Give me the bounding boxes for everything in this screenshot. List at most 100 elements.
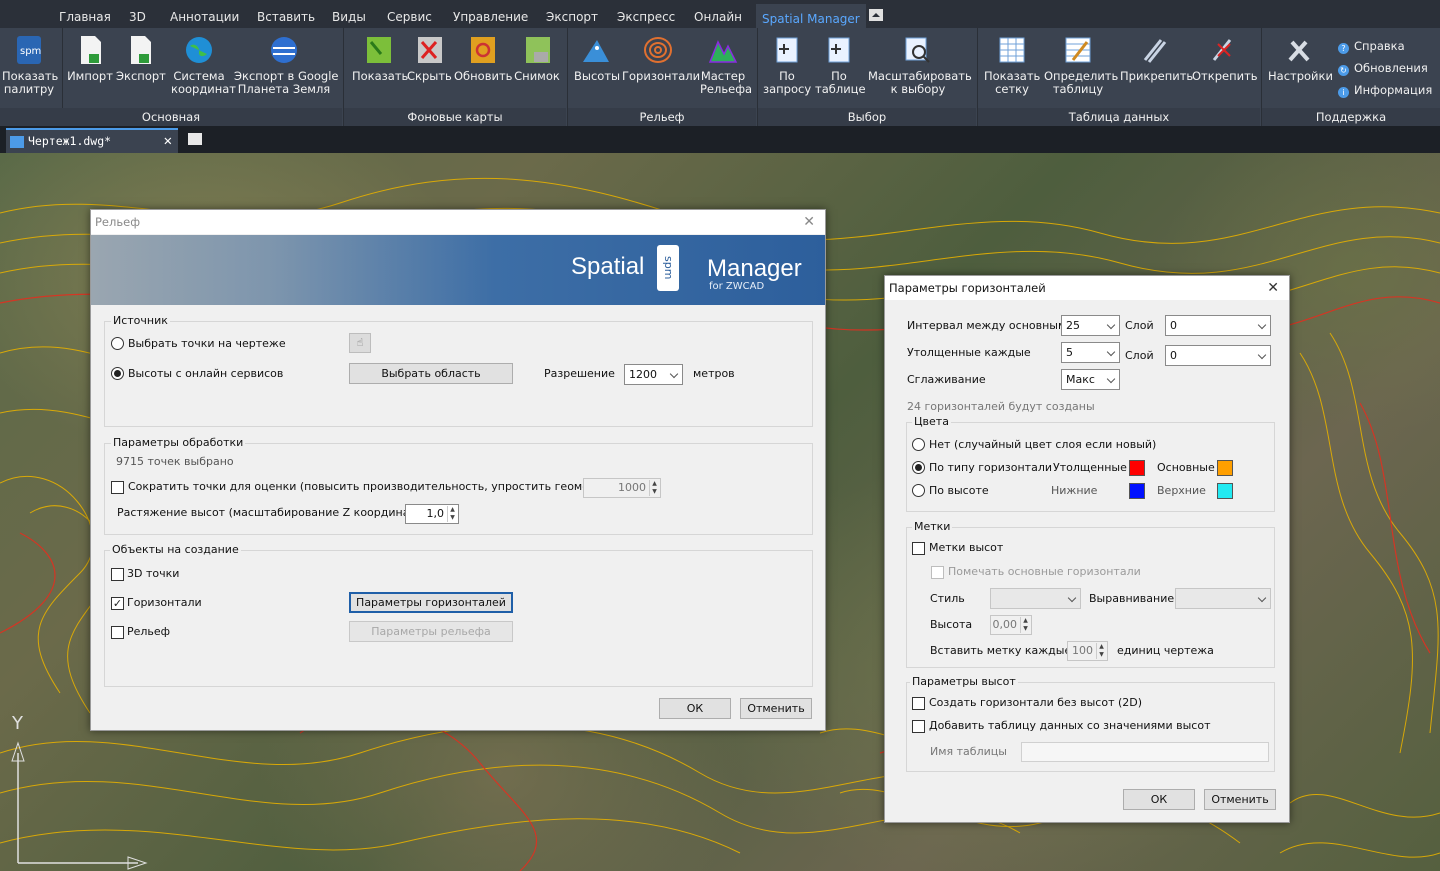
interval-label: Интервал между основными <box>907 319 1074 332</box>
by-type-radio[interactable] <box>912 461 925 474</box>
units-label: единиц чертежа <box>1117 644 1214 657</box>
export-icon <box>125 34 155 66</box>
heights-button[interactable]: Высоты <box>574 34 620 83</box>
select-area-button[interactable]: Выбрать область <box>349 363 513 384</box>
add-table-checkbox[interactable] <box>912 720 925 733</box>
online-heights-radio[interactable] <box>111 367 124 380</box>
minimize-ribbon-icon[interactable] <box>869 9 883 21</box>
settings-button[interactable]: Настройки <box>1268 34 1333 83</box>
define-table-button[interactable]: Определить таблицу <box>1044 34 1118 96</box>
cancel-button[interactable]: Отменить <box>1204 789 1276 810</box>
reduce-points-label: Сократить точки для оценки (повысить про… <box>128 480 624 493</box>
cancel-button[interactable]: Отменить <box>740 698 812 719</box>
snapshot-button[interactable]: Снимок <box>514 34 560 83</box>
contours-checkbox[interactable]: ✓ <box>111 597 124 610</box>
document-tab[interactable]: Чертеж1.dwg* ✕ <box>6 128 178 153</box>
label-height-spinner[interactable]: 0,00 ▲ ▼ <box>990 615 1032 635</box>
mark-main-checkbox[interactable] <box>931 566 944 579</box>
dense-select[interactable]: 5 <box>1061 342 1120 363</box>
import-button[interactable]: Импорт <box>66 34 114 83</box>
select-by-query-button[interactable]: По запросу <box>763 34 811 96</box>
relief-dialog: Рельеф ✕ Spatial spm Manager for ZWCAD И… <box>90 209 826 731</box>
coordinate-system-button[interactable]: Система координат <box>171 34 236 96</box>
help-link[interactable]: ? Справка <box>1338 39 1405 54</box>
group-background-label: Фоновые карты <box>344 108 566 126</box>
ok-button[interactable]: ОК <box>1123 789 1195 810</box>
height-labels-checkbox[interactable] <box>912 542 925 555</box>
points3d-checkbox[interactable] <box>111 568 124 581</box>
export-google-earth-button[interactable]: Экспорт в Google Планета Земля <box>234 34 339 96</box>
by-height-radio[interactable] <box>912 484 925 497</box>
relief-params-button[interactable]: Параметры рельефа <box>349 621 513 642</box>
layer1-select[interactable]: 0 <box>1165 315 1271 336</box>
detach-button[interactable]: Открепить <box>1192 34 1258 83</box>
zoom-to-selection-button[interactable]: Масштабировать к выбору <box>868 34 972 96</box>
pick-points-radio[interactable] <box>111 337 124 350</box>
relief-wizard-button[interactable]: Мастер Рельефа <box>700 34 752 96</box>
ucs-y-label: Y <box>12 713 23 734</box>
no-heights-label: Создать горизонтали без высот (2D) <box>929 696 1143 709</box>
tab-home[interactable]: Главная <box>59 0 111 28</box>
spinner-arrows-icon[interactable]: ▲ ▼ <box>649 480 659 496</box>
thick-color-swatch[interactable] <box>1129 460 1145 476</box>
relief-dialog-title: Рельеф <box>91 210 825 234</box>
close-icon[interactable]: ✕ <box>803 210 815 234</box>
hide-background-button[interactable]: Скрыть <box>407 34 452 83</box>
updates-link[interactable]: ↻ Обновления <box>1338 61 1428 76</box>
reduce-points-checkbox[interactable] <box>111 481 124 494</box>
smoothing-select[interactable]: Макс <box>1061 369 1120 390</box>
objects-group-title: Объекты на создание <box>110 543 241 556</box>
stretch-spinner[interactable]: 1,0 ▲ ▼ <box>405 504 459 524</box>
show-background-button[interactable]: Показать <box>352 34 408 83</box>
contours-button[interactable]: Горизонтали <box>622 34 700 83</box>
select-query-icon <box>772 34 802 66</box>
spinner-arrows-icon[interactable]: ▲ ▼ <box>1096 643 1106 659</box>
pick-points-icon[interactable]: ☝ <box>349 333 371 353</box>
group-relief-label: Рельеф <box>568 108 756 126</box>
close-icon[interactable]: ✕ <box>1267 276 1279 300</box>
tab-insert[interactable]: Вставить <box>257 0 315 28</box>
tab-export[interactable]: Экспорт <box>546 0 598 28</box>
tab-online[interactable]: Онлайн <box>694 0 742 28</box>
no-heights-checkbox[interactable] <box>912 697 925 710</box>
main-color-swatch[interactable] <box>1217 460 1233 476</box>
ok-button[interactable]: ОК <box>659 698 731 719</box>
tab-manage[interactable]: Управление <box>453 0 528 28</box>
detach-icon <box>1208 34 1238 66</box>
tab-views[interactable]: Виды <box>332 0 366 28</box>
random-color-label: Нет (случайный цвет слоя если новый) <box>929 438 1157 451</box>
height-label: Высота <box>930 618 973 631</box>
table-name-input[interactable] <box>1021 742 1269 762</box>
tab-3d[interactable]: 3D <box>129 0 146 28</box>
insert-every-spinner[interactable]: 100 ▲ ▼ <box>1067 641 1108 661</box>
tab-spatial-manager[interactable]: Spatial Manager <box>756 4 866 28</box>
resolution-select[interactable]: 1200 <box>624 364 683 385</box>
alignment-select[interactable] <box>1175 588 1271 609</box>
attach-button[interactable]: Прикрепить <box>1120 34 1193 83</box>
reduce-points-spinner[interactable]: 1000 ▲ ▼ <box>583 478 661 498</box>
select-by-table-button[interactable]: По таблице <box>815 34 866 96</box>
lower-color-swatch[interactable] <box>1129 483 1145 499</box>
interval-select[interactable]: 25 <box>1061 315 1120 336</box>
refresh-background-button[interactable]: Обновить <box>454 34 512 83</box>
tab-annotations[interactable]: Аннотации <box>170 0 239 28</box>
show-grid-button[interactable]: Показать сетку <box>984 34 1040 96</box>
export-button[interactable]: Экспорт <box>116 34 166 83</box>
show-palette-button[interactable]: spm Показать палитру <box>2 34 58 96</box>
dwg-file-icon <box>10 136 24 148</box>
info-link[interactable]: i Информация <box>1338 83 1432 98</box>
upper-color-swatch[interactable] <box>1217 483 1233 499</box>
relief-checkbox[interactable] <box>111 626 124 639</box>
random-color-radio[interactable] <box>912 438 925 451</box>
group-table-label: Таблица данных <box>978 108 1260 126</box>
layer2-select[interactable]: 0 <box>1165 345 1271 366</box>
tab-express[interactable]: Экспресс <box>617 0 675 28</box>
contours-label: Горизонтали <box>127 596 202 609</box>
spinner-arrows-icon[interactable]: ▲ ▼ <box>447 506 457 522</box>
new-tab-icon[interactable] <box>188 133 202 145</box>
contour-params-button[interactable]: Параметры горизонталей <box>349 592 513 613</box>
close-tab-icon[interactable]: ✕ <box>164 130 172 152</box>
style-select[interactable] <box>990 588 1081 609</box>
spinner-arrows-icon[interactable]: ▲ ▼ <box>1020 617 1030 633</box>
tab-tools[interactable]: Сервис <box>387 0 432 28</box>
